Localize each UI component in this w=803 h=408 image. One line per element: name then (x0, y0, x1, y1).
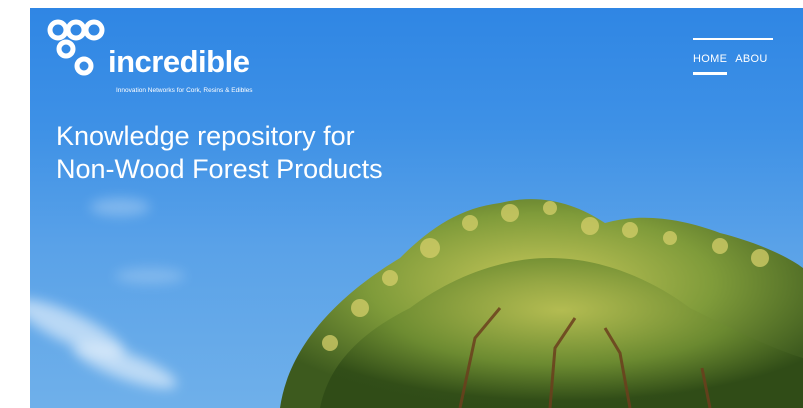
nav-item-label: ABOU (735, 53, 768, 65)
page-title: Knowledge repository for Non-Wood Forest… (56, 120, 383, 186)
main-nav: HOME ABOU (693, 38, 768, 78)
brand-logo[interactable]: incredible Innovation Networks for Cork,… (46, 16, 286, 96)
nav-item-home[interactable]: HOME (693, 38, 727, 78)
nav-active-indicator (693, 72, 727, 75)
nav-item-label: HOME (693, 53, 728, 65)
headline-line-2: Non-Wood Forest Products (56, 154, 383, 184)
brand-name: incredible (108, 44, 250, 79)
headline-line-1: Knowledge repository for (56, 121, 355, 151)
logo-rings-icon (47, 19, 105, 76)
page-frame: incredible Innovation Networks for Cork,… (0, 0, 803, 408)
brand-tagline: Innovation Networks for Cork, Resins & E… (116, 87, 253, 94)
hero-banner: incredible Innovation Networks for Cork,… (30, 8, 803, 408)
nav-item-about[interactable]: ABOU (735, 38, 767, 78)
